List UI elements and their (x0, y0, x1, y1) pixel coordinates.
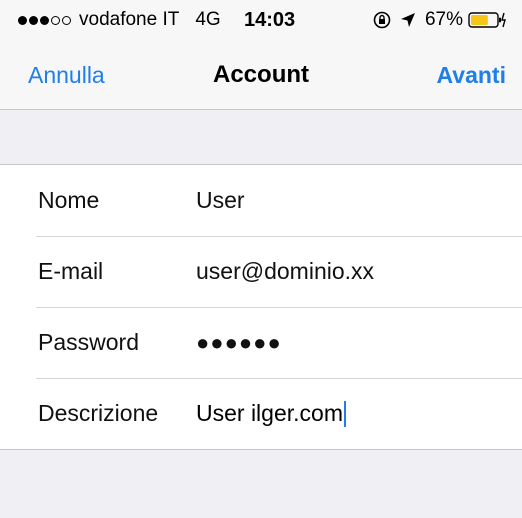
battery-percent: 67% (424, 9, 463, 30)
screen: vodafone IT 4G 14:03 67% Annulla Account… (0, 0, 522, 518)
network-type: 4G (195, 9, 221, 30)
password-field[interactable]: ●●●●●● (196, 330, 496, 356)
next-button[interactable]: Avanti (437, 62, 506, 89)
signal-dot (18, 15, 27, 25)
description-field[interactable]: User ilger.com (196, 400, 343, 427)
account-form: Nome User E-mail user@dominio.xx Passwor… (0, 164, 522, 450)
signal-dot (51, 15, 60, 25)
status-bar: vodafone IT 4G 14:03 67% (0, 0, 522, 42)
form-row-email[interactable]: E-mail user@dominio.xx (0, 236, 522, 307)
carrier-name: vodafone IT (79, 9, 180, 30)
orientation-lock-icon (373, 11, 391, 29)
location-arrow-icon (400, 13, 415, 27)
name-label: Nome (38, 187, 100, 213)
status-right: 67% (372, 9, 508, 31)
password-label: Password (38, 329, 139, 355)
signal-strength-icon (18, 15, 73, 25)
name-field[interactable]: User (196, 187, 496, 214)
email-label: E-mail (38, 258, 104, 284)
status-time: 14:03 (244, 9, 296, 31)
navigation-bar: Annulla Account Avanti (0, 42, 522, 110)
status-left: vodafone IT 4G (18, 9, 235, 31)
signal-dot (40, 15, 49, 25)
battery-charging-icon (468, 12, 506, 28)
text-cursor (343, 400, 346, 427)
form-row-name[interactable]: Nome User (0, 165, 522, 236)
form-row-description[interactable]: Descrizione User ilger.com (0, 378, 522, 449)
signal-dot (29, 15, 38, 25)
form-row-password[interactable]: Password ●●●●●● (0, 307, 522, 378)
signal-dot (62, 15, 71, 25)
email-field[interactable]: user@dominio.xx (196, 258, 496, 285)
description-field-wrap[interactable]: User ilger.com (196, 400, 346, 427)
description-label: Descrizione (38, 400, 159, 426)
